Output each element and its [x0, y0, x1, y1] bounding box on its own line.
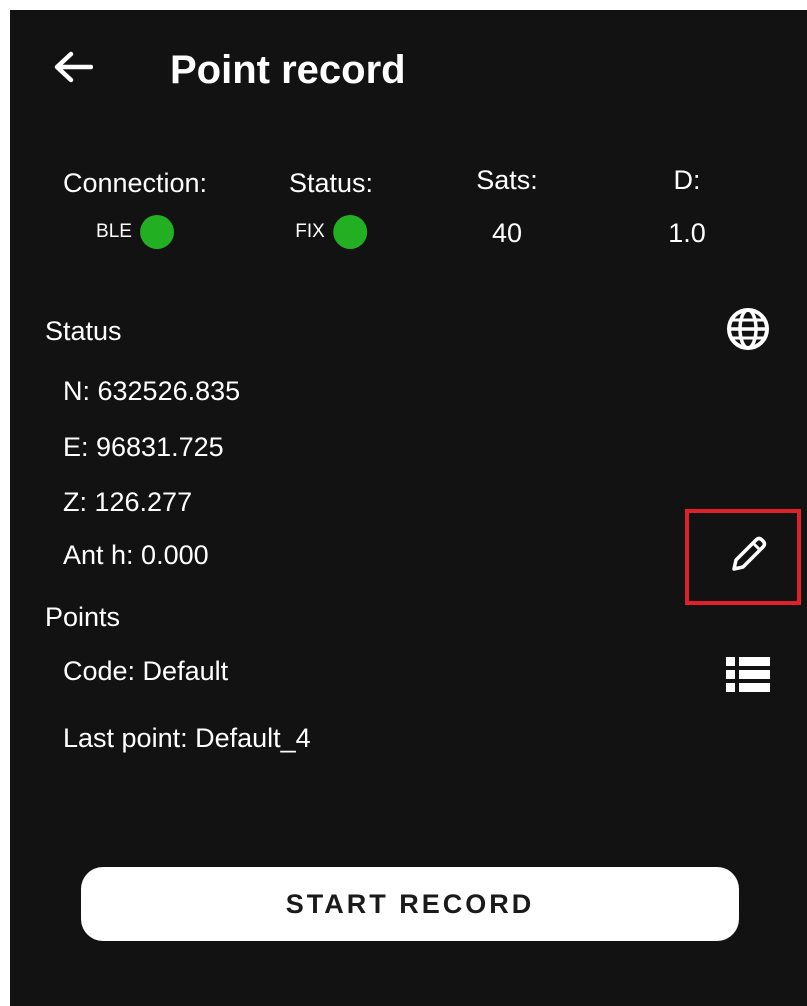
fix-status-dot [332, 215, 367, 249]
connection-value: BLE [96, 221, 132, 242]
connection-label: Connection: [62, 168, 208, 198]
connection-status-dot [139, 215, 174, 249]
status-label: Status: [288, 168, 374, 198]
sats-value: 40 [491, 218, 523, 248]
point-record-screen: Point record Connection: Status: Sats: D… [10, 10, 807, 1006]
elevation-value: Z: 126.277 [63, 487, 193, 517]
page-title: Point record [170, 48, 406, 92]
list-icon [725, 655, 771, 700]
easting-value: E: 96831.725 [63, 432, 224, 462]
pencil-icon [726, 533, 770, 582]
edit-antenna-height-button[interactable] [723, 532, 773, 582]
coordinate-system-button[interactable] [723, 306, 773, 356]
sats-label: Sats: [476, 165, 538, 195]
status-section-title: Status [45, 316, 122, 346]
arrow-left-icon [53, 51, 94, 88]
start-record-button[interactable]: START RECORD [81, 867, 739, 941]
fix-indicator: FIX [295, 215, 367, 249]
globe-icon [726, 307, 770, 356]
connection-indicator: BLE [96, 215, 174, 249]
back-button[interactable] [50, 46, 96, 92]
d-label: D: [673, 165, 701, 195]
antenna-height-value: Ant h: 0.000 [63, 540, 209, 570]
northing-value: N: 632526.835 [63, 376, 241, 406]
last-point-value: Last point: Default_4 [63, 723, 311, 753]
code-list-button[interactable] [723, 652, 773, 702]
code-value: Code: Default [63, 656, 229, 686]
d-value: 1.0 [668, 218, 706, 248]
points-section-title: Points [45, 602, 121, 632]
fix-value: FIX [295, 221, 325, 242]
